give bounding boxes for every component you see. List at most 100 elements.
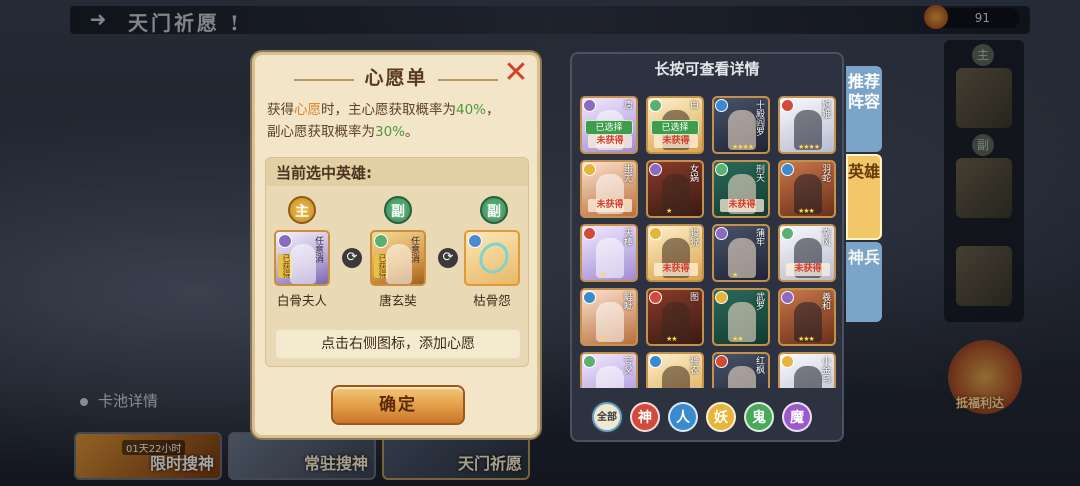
hero-cell[interactable]: 羲和 ★★★	[778, 288, 836, 346]
desc-text: ，	[486, 102, 500, 118]
hero-cell[interactable]: 女娲 ★	[646, 160, 704, 218]
hero-grid: 唐已选择 未获得白已选择 未获得 十殿阎罗 ★★★★ 嫦娥 ★★★★ 蚩尤 未获得 女娲 ★ 刑天 未获…	[580, 96, 842, 388]
hero-name: 嫦娥	[820, 100, 830, 118]
close-icon[interactable]: ✕	[501, 58, 531, 89]
unowned-badge: 未获得	[720, 199, 764, 212]
faction-icon	[715, 227, 728, 240]
filter-ghost[interactable]: 鬼	[744, 402, 774, 432]
hero-cell[interactable]: 刑天未获得	[712, 160, 770, 218]
hero-name: 狻猊	[688, 228, 698, 246]
hero-name: 武罗	[754, 292, 764, 310]
tab-recommended-lineup[interactable]: 推荐阵容	[846, 66, 882, 152]
faction-icon	[781, 99, 794, 112]
faction-icon	[649, 291, 662, 304]
sub-role-badge: 副	[384, 196, 412, 224]
faction-filter-row: 全部 神 人 妖 鬼 魔	[592, 402, 812, 432]
desc-text: 。	[405, 124, 419, 140]
hero-name: 羲和	[820, 292, 830, 310]
hero-cell[interactable]: 嫦娥 ★★★★	[778, 96, 836, 154]
selected-hero-sub1[interactable]: 已获得 任意消	[370, 230, 426, 286]
faction-icon	[649, 163, 662, 176]
filter-all[interactable]: 全部	[592, 402, 622, 432]
tab-heroes[interactable]: 英雄	[846, 154, 882, 240]
selected-weapon-sub2[interactable]	[464, 230, 520, 286]
add-wish-hint: 点击右侧图标，添加心愿	[276, 330, 520, 358]
hero-cell[interactable]: 十殿阎罗 ★★★★	[712, 96, 770, 154]
wish-title-bar: 心愿单	[255, 63, 537, 91]
hero-grid-panel: 长按可查看详情 唐已选择 未获得白已选择 未获得 十殿阎罗 ★★★★ 嫦娥 ★★★★ 蚩尤 未获…	[570, 52, 844, 442]
desc-text: 获得	[267, 102, 294, 118]
confirm-button[interactable]: 确定	[331, 385, 465, 425]
faction-icon	[715, 355, 728, 368]
hero-stars: ★★★	[798, 207, 815, 215]
hero-cell[interactable]: 神农	[646, 352, 704, 388]
faction-icon	[583, 163, 596, 176]
hero-stars: ★	[732, 271, 738, 279]
filter-devil[interactable]: 魔	[782, 402, 812, 432]
unowned-badge: 未获得	[588, 199, 632, 212]
wish-list-panel: 心愿单 ✕ 获得心愿时，主心愿获取概率为40%， 副心愿获取概率为30%。 当前…	[252, 52, 540, 438]
hero-name: 小金乌	[820, 356, 830, 383]
faction-icon	[374, 234, 388, 248]
hero-name: 嘲风	[820, 228, 830, 246]
filter-demon[interactable]: 妖	[706, 402, 736, 432]
selected-weapon-name: 枯骨怨	[473, 293, 511, 308]
hero-name: 红枫	[754, 356, 764, 374]
hero-cell[interactable]: 夸父	[580, 352, 638, 388]
faction-icon	[781, 227, 794, 240]
selected-header: 当前选中英雄:	[266, 158, 528, 186]
hero-name: 蚩尤	[622, 164, 632, 182]
unowned-badge: 未获得	[654, 263, 698, 276]
filter-human[interactable]: 人	[668, 402, 698, 432]
hero-cell[interactable]: 武罗 ★★	[712, 288, 770, 346]
hero-portrait	[662, 366, 690, 388]
modal-overlay	[0, 0, 1080, 486]
hero-stars: ★	[666, 207, 672, 215]
selected-hero-main[interactable]: 已获得 任意消	[274, 230, 330, 286]
hero-cell[interactable]: 狻猊未获得	[646, 224, 704, 282]
hero-name: 天棒	[622, 228, 632, 246]
faction-icon	[468, 234, 482, 248]
hero-stars: ★★★	[798, 335, 815, 343]
faction-icon	[583, 355, 596, 368]
hero-name: 女娲	[688, 164, 698, 182]
hero-cell[interactable]: 小金乌	[778, 352, 836, 388]
hero-name: 刑天	[754, 164, 764, 182]
hero-cell[interactable]: 蒲牢 ★	[712, 224, 770, 282]
faction-icon	[649, 99, 662, 112]
faction-icon	[781, 163, 794, 176]
filter-god[interactable]: 神	[630, 402, 660, 432]
hero-cell[interactable]: 睚眦 ★	[580, 288, 638, 346]
faction-icon	[781, 291, 794, 304]
hero-stars: ★★★★	[732, 143, 754, 151]
main-role-badge: 主	[288, 196, 316, 224]
hero-cell[interactable]: 羽蛇 ★★★	[778, 160, 836, 218]
hero-cell[interactable]: 红枫	[712, 352, 770, 388]
unowned-badge: 未获得	[654, 135, 698, 148]
faction-icon	[583, 99, 596, 112]
hero-stars: ★	[600, 335, 606, 343]
faction-icon	[649, 227, 662, 240]
hero-cell[interactable]: 蚩尤未获得	[580, 160, 638, 218]
selected-status-badge: 已选择	[651, 120, 699, 135]
desc-highlight: 心愿	[294, 102, 321, 118]
swap-icon[interactable]: ⟳	[342, 248, 362, 268]
hero-cell[interactable]: 白已选择 未获得	[646, 96, 704, 154]
hero-cell[interactable]: 图 ★★	[646, 288, 704, 346]
tab-divine-weapons[interactable]: 神兵	[846, 242, 882, 322]
selected-heroes-box: 当前选中英雄: 主 已获得 任意消 白骨夫人 ⟳ 副 已获得 任意消 唐玄奘 ⟳…	[265, 157, 529, 367]
hero-cell[interactable]: 嘲风未获得	[778, 224, 836, 282]
unowned-badge: 未获得	[786, 263, 830, 276]
sub-role-badge: 副	[480, 196, 508, 224]
faction-icon	[715, 291, 728, 304]
sub-wish-rate: 30%	[375, 124, 406, 140]
hero-cell[interactable]: 天棒 ★	[580, 224, 638, 282]
hero-portrait	[794, 366, 822, 388]
desc-text: 时，主心愿获取概率为	[321, 102, 456, 118]
swap-icon[interactable]: ⟳	[438, 248, 458, 268]
hero-name: 唐	[622, 100, 632, 109]
hero-cell[interactable]: 唐已选择 未获得	[580, 96, 638, 154]
hero-name: 夸父	[622, 356, 632, 374]
faction-icon	[715, 163, 728, 176]
title-ornament	[294, 78, 355, 81]
